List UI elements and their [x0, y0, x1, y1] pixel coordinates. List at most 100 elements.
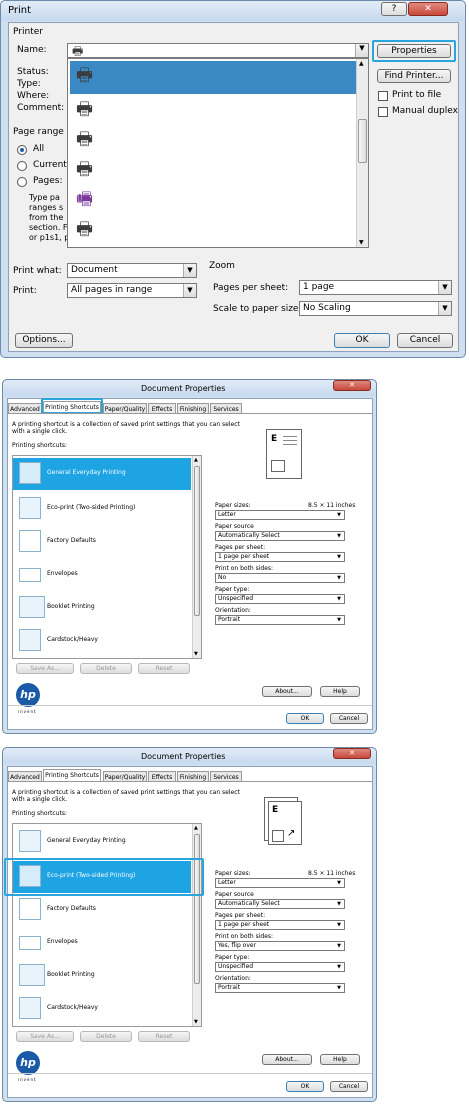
scale-combo[interactable]: No Scaling ▼: [299, 301, 452, 316]
tab-finishing[interactable]: Finishing: [177, 771, 209, 781]
chevron-down-icon[interactable]: ▼: [334, 616, 344, 624]
manual-duplex-checkbox[interactable]: [378, 107, 388, 117]
scroll-down-icon[interactable]: ▼: [194, 1019, 198, 1025]
paper-source-combo[interactable]: Automatically Select ▼: [215, 899, 345, 909]
delete-button[interactable]: Delete: [80, 1031, 132, 1042]
cancel-button[interactable]: Cancel: [330, 1081, 368, 1092]
tab-paper-quality[interactable]: Paper/Quality: [103, 771, 147, 781]
pages-radio[interactable]: [17, 177, 27, 187]
chevron-down-icon[interactable]: ▼: [334, 900, 344, 908]
tab-finishing[interactable]: Finishing: [177, 403, 209, 413]
list-item[interactable]: Cardstock/Heavy: [13, 625, 191, 657]
list-item[interactable]: Envelopes: [13, 927, 191, 959]
chevron-down-icon[interactable]: ▼: [183, 284, 196, 297]
close-button[interactable]: ✕: [408, 2, 448, 16]
options-button[interactable]: Options...: [15, 333, 73, 348]
cancel-button[interactable]: Cancel: [330, 713, 368, 724]
list-item[interactable]: Factory Defaults: [13, 894, 191, 926]
shortcut-scrollbar[interactable]: ▲ ▼: [192, 824, 201, 1026]
list-item[interactable]: Cardstock/Heavy: [13, 993, 191, 1025]
ok-button[interactable]: OK: [286, 713, 324, 724]
current-radio[interactable]: [17, 161, 27, 171]
chevron-down-icon[interactable]: ▼: [334, 532, 344, 540]
shortcut-list[interactable]: General Everyday Printing Eco-print (Two…: [12, 823, 202, 1027]
paper-source-combo[interactable]: Automatically Select ▼: [215, 531, 345, 541]
printer-list-item[interactable]: 🖶: [70, 155, 356, 188]
shortcut-list[interactable]: General Everyday Printing Eco-print (Two…: [12, 455, 202, 659]
chevron-down-icon[interactable]: ▼: [334, 553, 344, 561]
list-item[interactable]: Factory Defaults: [13, 526, 191, 558]
printer-list-item[interactable]: 🖶: [70, 215, 356, 248]
cancel-button[interactable]: Cancel: [397, 333, 453, 348]
list-item[interactable]: General Everyday Printing: [13, 826, 191, 858]
tab-effects[interactable]: Effects: [148, 771, 176, 781]
orientation-combo[interactable]: Portrait ▼: [215, 615, 345, 625]
list-item[interactable]: Booklet Printing: [13, 592, 191, 624]
tab-printing-shortcuts[interactable]: Printing Shortcuts: [43, 769, 101, 781]
chevron-down-icon[interactable]: ▼: [334, 921, 344, 929]
about-button[interactable]: About...: [262, 1054, 312, 1065]
print-both-combo[interactable]: Yes, flip over ▼: [215, 941, 345, 951]
chevron-down-icon[interactable]: ▼: [334, 595, 344, 603]
all-radio[interactable]: [17, 145, 27, 155]
close-button[interactable]: ✕: [333, 380, 371, 391]
chevron-down-icon[interactable]: ▼: [334, 879, 344, 887]
chevron-down-icon[interactable]: ▼: [334, 574, 344, 582]
printer-list-item[interactable]: 🖶: [70, 125, 356, 158]
list-item[interactable]: Eco-print (Two-sided Printing): [13, 493, 191, 525]
scroll-up-icon[interactable]: ▲: [194, 457, 198, 463]
properties-button[interactable]: Properties: [377, 44, 451, 58]
tab-advanced[interactable]: Advanced: [8, 771, 42, 781]
printer-list-scrollbar[interactable]: ▲ ▼: [356, 59, 368, 247]
save-as-button[interactable]: Save As...: [16, 1031, 74, 1042]
scroll-down-icon[interactable]: ▼: [359, 239, 364, 246]
tab-effects[interactable]: Effects: [148, 403, 176, 413]
printer-list-item[interactable]: 🖶: [70, 95, 356, 128]
chevron-down-icon[interactable]: ▼: [334, 984, 344, 992]
scroll-up-icon[interactable]: ▲: [194, 825, 198, 831]
print-what-combo[interactable]: Document ▼: [67, 263, 197, 278]
list-item[interactable]: Booklet Printing: [13, 960, 191, 992]
chevron-down-icon[interactable]: ▼: [183, 264, 196, 277]
chevron-down-icon[interactable]: ▼: [438, 302, 451, 315]
pages-per-sheet-combo[interactable]: 1 page ▼: [299, 280, 452, 295]
tab-advanced[interactable]: Advanced: [8, 403, 42, 413]
ok-button[interactable]: OK: [334, 333, 390, 348]
print-to-file-checkbox[interactable]: [378, 91, 388, 101]
print-both-combo[interactable]: No ▼: [215, 573, 345, 583]
pages-per-sheet-combo[interactable]: 1 page per sheet ▼: [215, 552, 345, 562]
reset-button[interactable]: Reset: [138, 663, 190, 674]
paper-size-combo[interactable]: Letter ▼: [215, 878, 345, 888]
help-button[interactable]: ?: [381, 2, 407, 16]
paper-size-combo[interactable]: Letter ▼: [215, 510, 345, 520]
scroll-up-icon[interactable]: ▲: [359, 60, 364, 67]
help-button[interactable]: Help: [320, 1054, 360, 1065]
print-combo[interactable]: All pages in range ▼: [67, 283, 197, 298]
save-as-button[interactable]: Save As...: [16, 663, 74, 674]
delete-button[interactable]: Delete: [80, 663, 132, 674]
pages-per-sheet-combo[interactable]: 1 page per sheet ▼: [215, 920, 345, 930]
list-item[interactable]: General Everyday Printing: [13, 458, 191, 490]
list-item[interactable]: Envelopes: [13, 559, 191, 591]
chevron-down-icon[interactable]: ▼: [334, 511, 344, 519]
ok-button[interactable]: OK: [286, 1081, 324, 1092]
scroll-thumb[interactable]: [358, 119, 367, 163]
paper-type-combo[interactable]: Unspecified ▼: [215, 594, 345, 604]
tab-paper-quality[interactable]: Paper/Quality: [103, 403, 147, 413]
help-button[interactable]: Help: [320, 686, 360, 697]
about-button[interactable]: About...: [262, 686, 312, 697]
chevron-down-icon[interactable]: ▼: [334, 942, 344, 950]
scroll-thumb[interactable]: [194, 834, 200, 984]
scroll-thumb[interactable]: [194, 466, 200, 616]
printer-name-combo[interactable]: 🖶 ▼: [67, 43, 369, 58]
reset-button[interactable]: Reset: [138, 1031, 190, 1042]
shortcut-scrollbar[interactable]: ▲ ▼: [192, 456, 201, 658]
chevron-down-icon[interactable]: ▼: [438, 281, 451, 294]
printer-list[interactable]: 🖶 🖶 🖶 🖶 🖷 🖶 ▲ ▼: [67, 58, 369, 248]
paper-type-combo[interactable]: Unspecified ▼: [215, 962, 345, 972]
chevron-down-icon[interactable]: ▼: [334, 963, 344, 971]
scroll-down-icon[interactable]: ▼: [194, 651, 198, 657]
printer-list-item[interactable]: 🖶: [70, 61, 356, 94]
find-printer-button[interactable]: Find Printer...: [377, 69, 451, 83]
close-button[interactable]: ✕: [333, 748, 371, 759]
